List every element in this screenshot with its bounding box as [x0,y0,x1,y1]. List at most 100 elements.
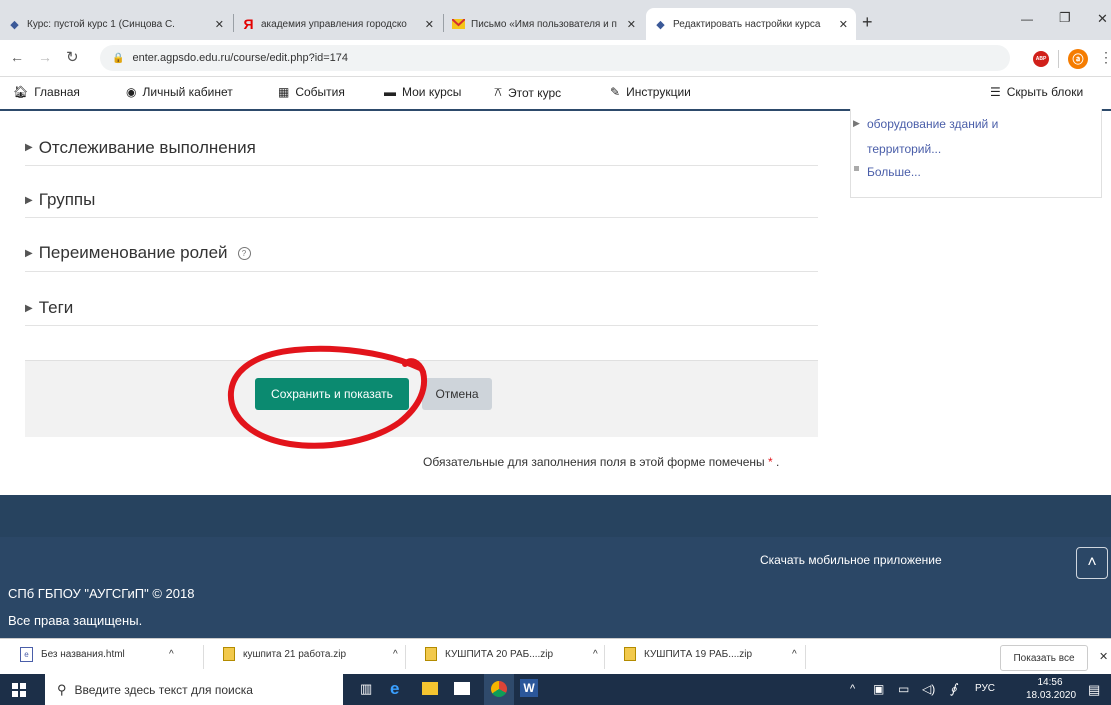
dashboard-icon: ◉ [126,85,137,99]
tab-close-icon[interactable]: ✕ [425,18,434,31]
download-item[interactable]: КУШПИТА 20 РАБ....zip ^ [425,647,598,661]
bullet-icon [854,166,859,171]
toolbar-divider [1058,50,1059,68]
section-role-renaming[interactable]: ▶ Переименование ролей ? [25,235,818,272]
moodle-favicon-icon: ◆ [656,18,665,31]
hide-blocks-button[interactable]: ☰ Скрыть блоки [990,85,1083,99]
download-divider [805,645,806,669]
nav-item-dashboard[interactable]: ◉ Личный кабинет [126,85,233,99]
download-item[interactable]: e Без названия.html ^ [20,647,174,662]
maximize-button[interactable]: ❐ [1059,10,1071,26]
side-link-more[interactable]: Больше... [867,165,921,179]
tab-close-icon[interactable]: ✕ [839,18,848,31]
download-item[interactable]: КУШПИТА 19 РАБ....zip ^ [624,647,797,661]
nav-item-my-courses[interactable]: ▬ Мои курсы [384,85,461,99]
sitemap-icon: ⚻ [494,85,502,99]
new-tab-button[interactable]: + [862,12,873,33]
help-icon[interactable]: ? [237,246,251,260]
footer-copyright: СПб ГБПОУ "АУГСГиП" © 2018 [8,586,195,601]
browser-tab[interactable]: ◆ Курс: пустой курс 1 (Синцова С. ✕ [0,8,232,40]
pen-icon[interactable]: ∮ [950,681,957,697]
section-groups[interactable]: ▶ Группы [25,183,818,218]
nav-item-home[interactable]: 🏠︎ Главная [13,85,80,99]
mail-favicon-icon [452,18,465,31]
download-divider [604,645,605,669]
tab-close-icon[interactable]: ✕ [627,18,636,31]
moodle-favicon-icon: ◆ [10,18,19,31]
required-asterisk: * [767,455,773,469]
download-item[interactable]: кушпита 21 работа.zip ^ [223,647,398,661]
zip-file-icon [624,647,636,661]
side-link-line2[interactable]: территорий... [867,142,941,156]
reload-icon[interactable]: ↻ [66,48,79,66]
url-field[interactable]: 🔒 enter.agpsdo.edu.ru/course/edit.php?id… [100,45,1010,71]
show-all-downloads-button[interactable]: Показать все [1000,645,1088,671]
wrench-icon: ✎ [610,85,621,99]
side-link-line1[interactable]: оборудование зданий и [867,117,998,131]
word-icon[interactable]: W [520,679,538,697]
store-icon[interactable] [454,682,470,695]
adblock-icon[interactable]: ABP [1033,51,1049,67]
expand-caret-icon: ▶ [25,142,33,153]
taskbar-search-input[interactable]: ⚲ Введите здесь текст для поиска [45,674,343,705]
tray-chevron-icon[interactable]: ^ [850,683,855,695]
minimize-button[interactable]: — [1021,12,1033,26]
chevron-up-icon[interactable]: ^ [169,649,174,660]
windows-start-icon[interactable] [12,683,26,700]
expand-caret-icon: ▶ [25,194,33,206]
expand-caret-icon: ▶ [853,118,860,128]
tab-close-icon[interactable]: ✕ [215,18,224,31]
calendar-icon: ▦ [278,85,290,99]
chevron-up-icon[interactable]: ^ [593,649,598,660]
clock-date[interactable]: 18.03.2020 [1026,690,1076,701]
expand-caret-icon: ▶ [25,247,33,259]
chrome-taskbar-item[interactable] [484,674,514,705]
nav-item-this-course[interactable]: ⚻ Этот курс [494,85,561,100]
nav-item-events[interactable]: ▦ События [278,85,345,99]
nav-item-instructions[interactable]: ✎ Инструкции [610,85,691,99]
zip-file-icon [425,647,437,661]
chevron-up-icon[interactable]: ^ [792,649,797,660]
clock-time[interactable]: 14:56 [1028,677,1072,688]
address-bar-row: ← → ↻ 🔒 enter.agpsdo.edu.ru/course/edit.… [0,40,1111,77]
downloads-bar: e Без названия.html ^ кушпита 21 работа.… [0,638,1111,675]
required-fields-note: Обязательные для заполнения поля в этой … [423,455,780,469]
browser-tab[interactable]: Я академия управления городско ✕ [234,8,442,40]
mobile-app-link[interactable]: Скачать мобильное приложение [760,553,942,567]
edge-browser-icon[interactable]: e [390,679,399,699]
language-indicator[interactable]: РУС [975,683,995,694]
footer-rights: Все права защищены. [8,613,143,628]
windows-taskbar: ⚲ Введите здесь текст для поиска ▥ e W ^… [0,674,1111,705]
forward-arrow-icon[interactable]: → [38,49,52,65]
home-icon: 🏠︎ [13,85,29,99]
site-navbar: 🏠︎ Главная ◉ Личный кабинет ▦ События ▬ Мои … [0,77,1111,111]
volume-icon[interactable]: ◁) [922,682,935,696]
section-tags[interactable]: ▶ Теги [25,291,818,326]
section-completion-tracking[interactable]: ▶ Отслеживание выполнения [25,130,818,166]
yandex-favicon-icon: Я [243,16,254,32]
side-block: ▶ оборудование зданий и территорий... Бо… [850,109,1102,198]
tray-app-icon[interactable]: ▣ [873,682,884,696]
downloads-close-icon[interactable]: ✕ [1099,650,1108,663]
chevron-up-icon[interactable]: ^ [393,649,398,660]
html-file-icon: e [20,647,33,662]
url-text: enter.agpsdo.edu.ru/course/edit.php?id=1… [132,52,349,64]
lock-icon: 🔒 [112,52,125,64]
scroll-to-top-button[interactable]: ˄ [1076,547,1108,579]
file-explorer-icon[interactable] [422,682,438,695]
profile-avatar[interactable]: ⓐ [1068,49,1088,69]
browser-tab-strip: ◆ Курс: пустой курс 1 (Синцова С. ✕ Я ак… [0,0,1111,40]
download-divider [405,645,406,669]
task-view-icon[interactable]: ▥ [360,681,372,697]
back-arrow-icon[interactable]: ← [10,49,24,65]
red-circle-annotation [227,345,427,449]
window-close-button[interactable]: ✕ [1097,11,1108,27]
notifications-icon[interactable]: ▤ [1088,682,1100,698]
search-icon: ⚲ [57,681,67,697]
network-icon[interactable]: ▭ [898,682,909,696]
expand-caret-icon: ▶ [25,302,33,314]
browser-tab-active[interactable]: ◆ Редактировать настройки курса ✕ [646,8,856,40]
browser-menu-icon[interactable]: ⋮ [1099,49,1111,66]
briefcase-icon: ▬ [384,85,396,99]
browser-tab[interactable]: Письмо «Имя пользователя и п ✕ [444,8,644,40]
